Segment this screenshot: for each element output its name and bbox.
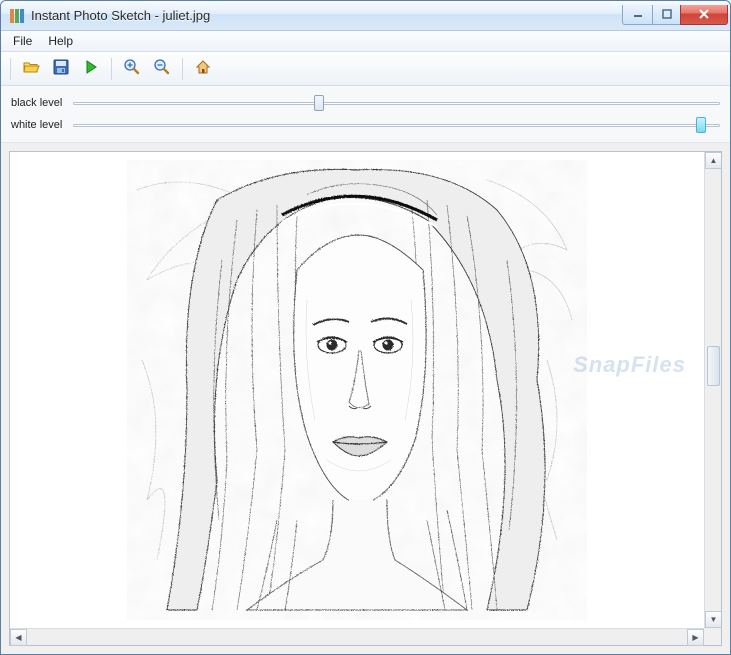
open-button[interactable] (18, 56, 44, 82)
slider-rail (73, 124, 720, 127)
save-button[interactable] (48, 56, 74, 82)
home-icon (194, 58, 212, 79)
scroll-left-button[interactable]: ◀ (10, 629, 27, 646)
vscroll-thumb[interactable] (707, 346, 720, 386)
sketch-image (127, 160, 587, 620)
zoom-in-button[interactable] (119, 56, 145, 82)
vscroll-track[interactable] (705, 169, 721, 611)
minimize-button[interactable] (622, 5, 652, 25)
save-floppy-icon (52, 58, 70, 79)
black-level-row: black level (11, 92, 720, 114)
chevron-down-icon: ▼ (710, 615, 718, 624)
sliders-panel: black level white level (1, 86, 730, 143)
image-canvas[interactable]: SnapFiles (10, 152, 704, 628)
white-level-row: white level (11, 114, 720, 136)
white-level-thumb[interactable] (696, 117, 706, 133)
titlebar: Instant Photo Sketch - juliet.jpg (1, 1, 730, 31)
toolbar-separator (111, 58, 112, 80)
scroll-corner (704, 628, 721, 645)
chevron-up-icon: ▲ (710, 156, 718, 165)
white-level-label: white level (11, 119, 73, 131)
chevron-left-icon: ◀ (15, 633, 21, 642)
app-icon (9, 8, 25, 24)
play-icon (82, 58, 100, 79)
menubar: File Help (1, 31, 730, 52)
window-controls (622, 5, 728, 25)
black-level-slider[interactable] (73, 94, 720, 112)
zoom-out-icon (153, 58, 171, 79)
slider-rail (73, 102, 720, 105)
horizontal-scrollbar[interactable]: ◀ ▶ (10, 628, 704, 645)
hscroll-track[interactable] (27, 629, 687, 645)
close-button[interactable] (680, 5, 728, 25)
menu-file[interactable]: File (5, 32, 40, 50)
window-title: Instant Photo Sketch - juliet.jpg (31, 8, 622, 23)
run-button[interactable] (78, 56, 104, 82)
watermark: SnapFiles (573, 352, 686, 378)
chevron-right-icon: ▶ (692, 633, 698, 642)
scroll-up-button[interactable]: ▲ (705, 152, 721, 169)
toolbar-separator (10, 58, 11, 80)
white-level-slider[interactable] (73, 116, 720, 134)
canvas-wrap: SnapFiles ▲ ▼ (10, 152, 721, 628)
black-level-label: black level (11, 97, 73, 109)
scroll-right-button[interactable]: ▶ (687, 629, 704, 646)
vertical-scrollbar[interactable]: ▲ ▼ (704, 152, 721, 628)
toolbar (1, 52, 730, 86)
zoom-out-button[interactable] (149, 56, 175, 82)
app-window: Instant Photo Sketch - juliet.jpg File H… (0, 0, 731, 655)
zoom-in-icon (123, 58, 141, 79)
toolbar-separator (182, 58, 183, 80)
scroll-down-button[interactable]: ▼ (705, 611, 721, 628)
content-area: SnapFiles ▲ ▼ ◀ ▶ (9, 151, 722, 646)
open-folder-icon (22, 58, 40, 79)
menu-help[interactable]: Help (40, 32, 81, 50)
maximize-button[interactable] (652, 5, 680, 25)
home-button[interactable] (190, 56, 216, 82)
black-level-thumb[interactable] (314, 95, 324, 111)
